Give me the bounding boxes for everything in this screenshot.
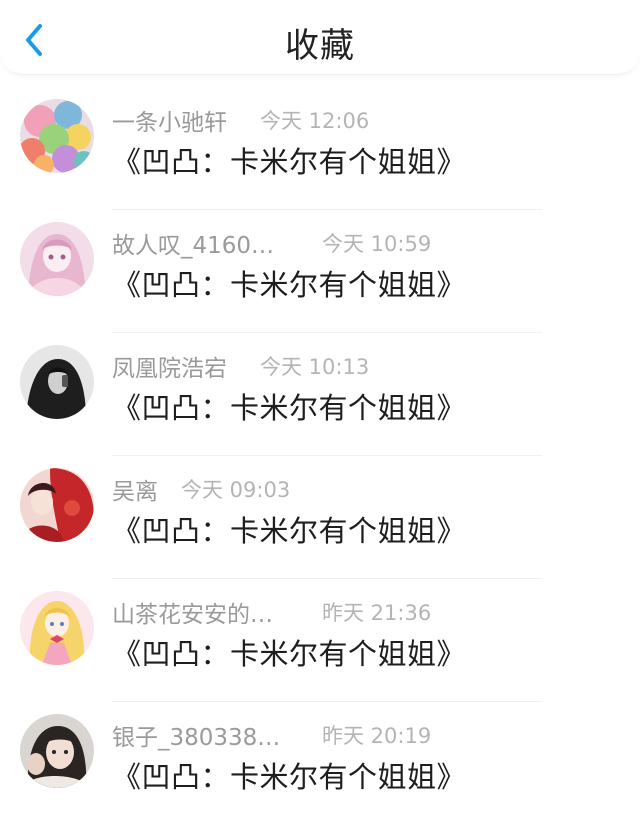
blonde-anime-girl-avatar [20, 591, 94, 665]
list-item[interactable]: 山茶花安安的… 昨天 21:36 《凹凸：卡米尔有个姐姐》 [0, 579, 640, 702]
avatar[interactable] [20, 468, 94, 542]
avatar[interactable] [20, 591, 94, 665]
avatar[interactable] [20, 99, 94, 173]
message-text: 《凹凸：卡米尔有个姐姐》 [112, 145, 467, 179]
message-text: 《凹凸：卡米尔有个姐姐》 [112, 760, 467, 794]
list-item[interactable]: 凤凰院浩宕 今天 10:13 《凹凸：卡米尔有个姐姐》 [0, 333, 640, 456]
message-text: 《凹凸：卡米尔有个姐姐》 [112, 637, 467, 671]
top-bar: 收藏 [0, 0, 640, 75]
list-item[interactable]: 吴离 今天 09:03 《凹凸：卡米尔有个姐姐》 [0, 456, 640, 579]
page-title: 收藏 [285, 26, 355, 66]
sender-name: 银子_380338… [112, 725, 281, 751]
timestamp: 昨天 21:36 [322, 601, 432, 625]
message-text: 《凹凸：卡米尔有个姐姐》 [112, 268, 467, 302]
balloons-avatar [20, 99, 94, 173]
message-text: 《凹凸：卡米尔有个姐姐》 [112, 391, 467, 425]
photo-girl-avatar [20, 714, 94, 788]
red-anime-avatar [20, 468, 94, 542]
sender-name: 山茶花安安的… [112, 602, 273, 628]
dark-portrait-avatar [20, 345, 94, 419]
pink-anime-girl-avatar [20, 222, 94, 296]
list-item[interactable]: 银子_380338… 昨天 20:19 《凹凸：卡米尔有个姐姐》 [0, 702, 640, 825]
timestamp: 今天 10:13 [260, 355, 370, 379]
list-item[interactable]: 故人叹_4160… 今天 10:59 《凹凸：卡米尔有个姐姐》 [0, 210, 640, 333]
timestamp: 今天 12:06 [260, 109, 370, 133]
timestamp: 昨天 20:19 [322, 724, 432, 748]
message-text: 《凹凸：卡米尔有个姐姐》 [112, 514, 467, 548]
sender-name: 一条小驰轩 [112, 110, 227, 136]
avatar[interactable] [20, 222, 94, 296]
avatar[interactable] [20, 714, 94, 788]
list-item[interactable]: 一条小驰轩 今天 12:06 《凹凸：卡米尔有个姐姐》 [0, 87, 640, 210]
sender-name: 凤凰院浩宕 [112, 356, 227, 382]
avatar[interactable] [20, 345, 94, 419]
timestamp: 今天 10:59 [322, 232, 432, 256]
favorites-list: 一条小驰轩 今天 12:06 《凹凸：卡米尔有个姐姐》 故人叹_4160… 今天… [0, 87, 640, 825]
sender-name: 故人叹_4160… [112, 233, 275, 259]
sender-name: 吴离 [112, 479, 158, 505]
timestamp: 今天 09:03 [181, 478, 291, 502]
